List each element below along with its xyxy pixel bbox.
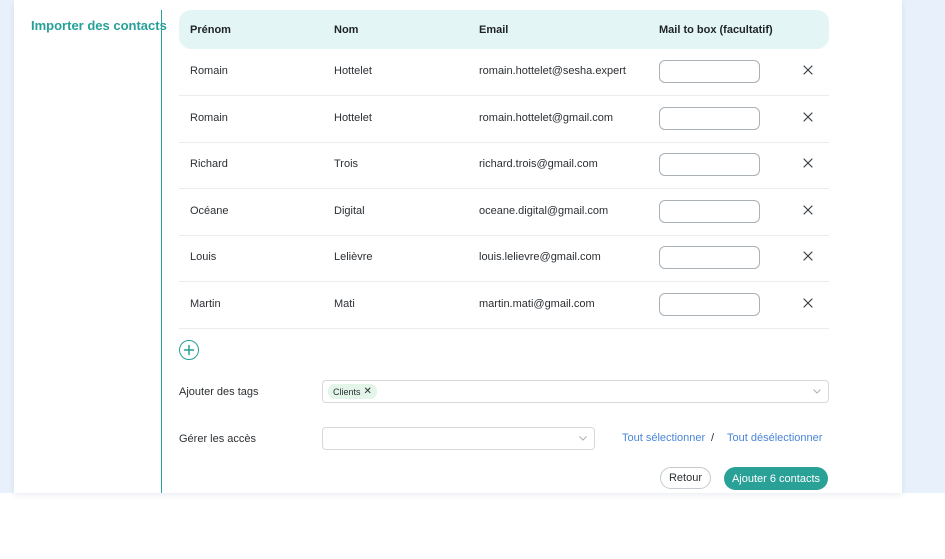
close-icon — [803, 65, 813, 75]
first-name-cell: Richard — [190, 158, 228, 170]
access-select[interactable] — [322, 427, 595, 450]
add-contacts-button[interactable]: Ajouter 6 contacts — [724, 467, 828, 490]
mail-to-box-input[interactable] — [659, 60, 760, 83]
close-icon — [803, 204, 813, 215]
remove-row-button[interactable] — [799, 154, 817, 172]
table-row: Richard Trois richard.trois@gmail.com — [179, 142, 829, 189]
email-cell: martin.mati@gmail.com — [479, 297, 595, 310]
email-cell: romain.hottelet@gmail.com — [479, 111, 614, 124]
plus-circle-icon — [183, 344, 195, 356]
select-all-link[interactable]: Tout sélectionner — [622, 432, 705, 444]
add-contact-button[interactable] — [179, 340, 199, 360]
deselect-all-link[interactable]: Tout désélectionner — [727, 432, 822, 444]
close-icon — [803, 158, 813, 168]
mail-to-box-input[interactable] — [659, 292, 760, 316]
remove-row-button[interactable] — [799, 201, 817, 219]
last-name-cell: Hottelet — [334, 65, 372, 77]
last-name-cell: Lelièvre — [334, 251, 373, 263]
first-name-cell: Romain — [190, 65, 228, 77]
tag-chip-label: Clients — [333, 386, 361, 397]
contacts-table-header: Prénom Nom Email Mail to box (facultatif… — [179, 10, 829, 49]
first-name-cell: Océane — [190, 204, 229, 217]
column-header-mail-to-box: Mail to box (facultatif) — [659, 24, 773, 36]
remove-row-button[interactable] — [799, 247, 817, 265]
tags-select[interactable]: Clients ✕ — [322, 380, 829, 403]
chevron-down-icon — [813, 389, 821, 394]
mail-to-box-input[interactable] — [659, 106, 760, 130]
last-name-cell: Hottelet — [334, 111, 372, 124]
table-row: Romain Hottelet romain.hottelet@sesha.expe… — [179, 49, 829, 96]
table-row: Louis Lelièvre louis.lelievre@gmail.com — [179, 235, 829, 282]
last-name-cell: Trois — [334, 158, 359, 170]
first-name-cell: Louis — [190, 251, 217, 263]
sidebar-item-import-contacts[interactable]: Importer des contacts — [31, 18, 167, 33]
last-name-cell: Digital — [334, 204, 365, 217]
tags-label: Ajouter des tags — [179, 386, 259, 398]
access-label: Gérer les accès — [179, 433, 257, 445]
table-row: Martin Mati martin.mati@gmail.com — [179, 282, 829, 329]
column-header-email: Email — [479, 24, 509, 36]
mail-to-box-input[interactable] — [659, 153, 760, 176]
close-icon — [803, 251, 813, 261]
email-cell: oceane.digital@gmail.com — [479, 204, 609, 217]
table-row: Romain Hottelet romain.hottelet@gmail.com — [179, 96, 829, 143]
column-header-first-name: Prénom — [190, 24, 231, 36]
mail-to-box-input[interactable] — [659, 199, 760, 223]
remove-tag-icon[interactable]: ✕ — [364, 386, 372, 397]
mail-to-box-input[interactable] — [659, 246, 760, 269]
sidebar: Importer des contacts — [14, 10, 167, 493]
email-cell: romain.hottelet@sesha.expert — [479, 65, 626, 77]
column-header-last-name: Nom — [334, 24, 359, 36]
link-separator: / — [711, 432, 715, 444]
first-name-cell: Martin — [190, 297, 221, 310]
close-icon — [803, 111, 813, 122]
chevron-down-icon — [579, 436, 587, 441]
back-button[interactable]: Retour — [660, 467, 711, 489]
first-name-cell: Romain — [190, 111, 228, 124]
remove-row-button[interactable] — [799, 294, 817, 312]
email-cell: richard.trois@gmail.com — [479, 158, 598, 170]
tag-chip: Clients ✕ — [328, 384, 377, 399]
remove-row-button[interactable] — [799, 61, 817, 79]
remove-row-button[interactable] — [799, 108, 817, 126]
table-row: Océane Digital oceane.digital@gmail.com — [179, 189, 829, 236]
close-icon — [803, 297, 813, 308]
email-cell: louis.lelievre@gmail.com — [479, 251, 601, 263]
last-name-cell: Mati — [334, 297, 355, 310]
